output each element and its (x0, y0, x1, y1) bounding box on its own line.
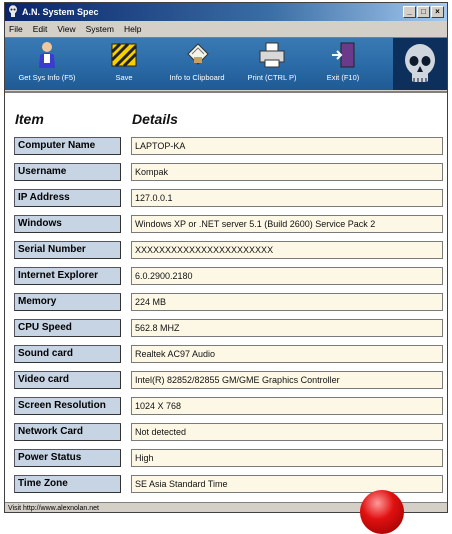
menu-system[interactable]: System (81, 21, 119, 37)
menu-view[interactable]: View (52, 21, 80, 37)
value-serial-number[interactable]: XXXXXXXXXXXXXXXXXXXXXXX (131, 241, 443, 259)
skull-logo (393, 38, 447, 90)
value-power-status[interactable]: High (131, 449, 443, 467)
skull-icon (405, 44, 435, 82)
value-network-card[interactable]: Not detected (131, 423, 443, 441)
label-time-zone: Time Zone (14, 475, 121, 493)
status-link[interactable]: Visit http://www.alexnolan.net (8, 505, 99, 512)
save-icon (110, 42, 138, 68)
label-ip-address: IP Address (14, 189, 121, 207)
exit-button[interactable]: Exit (F10) (318, 40, 368, 86)
menu-bar: File Edit View System Help (5, 21, 447, 37)
value-time-zone[interactable]: SE Asia Standard Time (131, 475, 443, 493)
maximize-button[interactable]: □ (417, 6, 430, 18)
value-video-card[interactable]: Intel(R) 82852/82855 GM/GME Graphics Con… (131, 371, 443, 389)
label-internet-explorer: Internet Explorer (14, 267, 121, 285)
value-cpu-speed[interactable]: 562.8 MHZ (131, 319, 443, 337)
value-memory[interactable]: 224 MB (131, 293, 443, 311)
app-skull-icon (9, 5, 17, 17)
red-ball-graphic (360, 490, 404, 534)
app-window: A.N. System Spec _ □ × File Edit View Sy… (4, 2, 448, 513)
get-sys-info-label: Get Sys Info (F5) (18, 73, 76, 82)
get-sys-info-button[interactable]: Get Sys Info (F5) (15, 40, 79, 86)
close-button[interactable]: × (431, 6, 444, 18)
window-controls: _ □ × (403, 6, 444, 18)
value-ip-address[interactable]: 127.0.0.1 (131, 189, 443, 207)
label-power-status: Power Status (14, 449, 121, 467)
clipboard-icon (187, 43, 209, 65)
person-info-icon (39, 42, 55, 68)
print-label: Print (CTRL P) (247, 73, 297, 82)
window-title: A.N. System Spec (22, 7, 99, 17)
save-button[interactable]: Save (105, 40, 143, 86)
value-windows[interactable]: Windows XP or .NET server 5.1 (Build 260… (131, 215, 443, 233)
info-to-clipboard-button[interactable]: Info to Clipboard (163, 40, 231, 86)
value-screen-resolution[interactable]: 1024 X 768 (131, 397, 443, 415)
spec-panel: Item Details Computer Name LAPTOP-KA Use… (5, 91, 447, 504)
value-sound-card[interactable]: Realtek AC97 Audio (131, 345, 443, 363)
exit-label: Exit (F10) (326, 73, 360, 82)
label-windows: Windows (14, 215, 121, 233)
value-computer-name[interactable]: LAPTOP-KA (131, 137, 443, 155)
details-column-header: Details (132, 111, 178, 127)
label-sound-card: Sound card (14, 345, 121, 363)
label-serial-number: Serial Number (14, 241, 121, 259)
menu-help[interactable]: Help (119, 21, 146, 37)
toolbar: Get Sys Info (F5) Save Info to Clipboard (5, 37, 447, 90)
label-username: Username (14, 163, 121, 181)
value-username[interactable]: Kompak (131, 163, 443, 181)
label-cpu-speed: CPU Speed (14, 319, 121, 337)
save-label: Save (115, 73, 133, 82)
title-bar[interactable]: A.N. System Spec _ □ × (5, 3, 447, 21)
minimize-button[interactable]: _ (403, 6, 416, 18)
menu-file[interactable]: File (5, 21, 28, 37)
info-to-clipboard-label: Info to Clipboard (169, 73, 225, 82)
label-video-card: Video card (14, 371, 121, 389)
menu-edit[interactable]: Edit (28, 21, 53, 37)
item-column-header: Item (15, 111, 44, 127)
label-network-card: Network Card (14, 423, 121, 441)
value-internet-explorer[interactable]: 6.0.2900.2180 (131, 267, 443, 285)
label-screen-resolution: Screen Resolution (14, 397, 121, 415)
label-computer-name: Computer Name (14, 137, 121, 155)
label-memory: Memory (14, 293, 121, 311)
print-button[interactable]: Print (CTRL P) (241, 40, 303, 86)
printer-icon (259, 42, 285, 68)
exit-door-icon (332, 42, 355, 68)
